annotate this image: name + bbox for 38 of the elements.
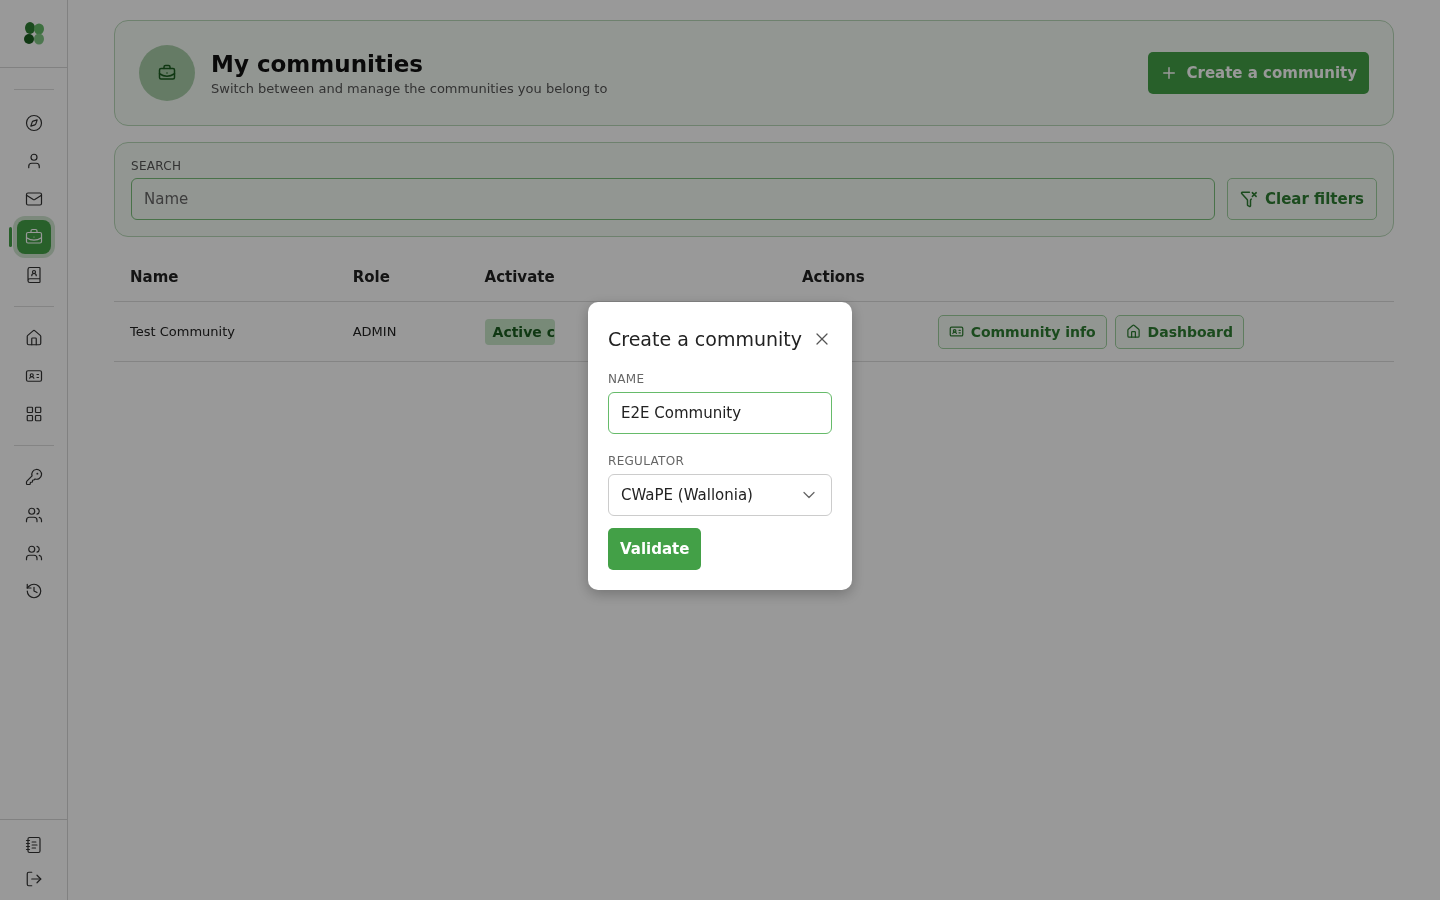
column-header: Role xyxy=(336,253,469,302)
table-cell: Test Community xyxy=(114,301,337,362)
field-label: NAME xyxy=(608,372,646,386)
history-icon xyxy=(24,582,43,600)
grid-icon xyxy=(24,405,43,423)
page-subtitle: Switch between and manage the communities you belong to xyxy=(211,80,609,96)
column-header: Name xyxy=(114,253,337,302)
status-badge: Active c xyxy=(484,318,555,345)
field-label: REGULATOR xyxy=(608,454,686,468)
contact-book-icon xyxy=(24,266,43,284)
briefcase-icon xyxy=(24,228,43,246)
dashboard-button[interactable]: Dashboard xyxy=(1114,314,1244,349)
column-header: Activate xyxy=(468,253,786,302)
key-icon xyxy=(24,468,43,486)
mail-icon xyxy=(24,190,43,208)
dialog-title: Create a community xyxy=(608,328,802,350)
logout-icon xyxy=(24,870,43,888)
search-label: SEARCH xyxy=(131,159,183,173)
id-card-icon xyxy=(24,367,43,385)
validate-button[interactable]: Validate xyxy=(608,528,702,570)
community-name-input[interactable]: E2E Community xyxy=(608,392,832,434)
briefcase-icon xyxy=(158,64,176,82)
funnel-icon xyxy=(1240,190,1258,208)
regulator-select[interactable]: CWaPE (Wallonia) xyxy=(608,474,832,516)
column-header: Actions xyxy=(786,253,1394,302)
community-info-button[interactable]: Community info xyxy=(937,314,1107,349)
page-title: My communities xyxy=(211,50,425,77)
search-field[interactable]: Name xyxy=(131,178,1215,220)
table-cell: ADMIN xyxy=(336,301,469,362)
users-icon xyxy=(24,544,43,562)
home-icon xyxy=(24,329,43,347)
id-card-icon xyxy=(948,324,964,339)
compass-icon xyxy=(24,114,43,132)
home-icon xyxy=(1125,324,1141,339)
users-icon xyxy=(24,506,43,524)
clear-filters-button[interactable]: Clear filters xyxy=(1227,178,1377,220)
notebook-icon xyxy=(24,836,43,854)
create-community-button[interactable]: Create a community xyxy=(1148,52,1369,94)
